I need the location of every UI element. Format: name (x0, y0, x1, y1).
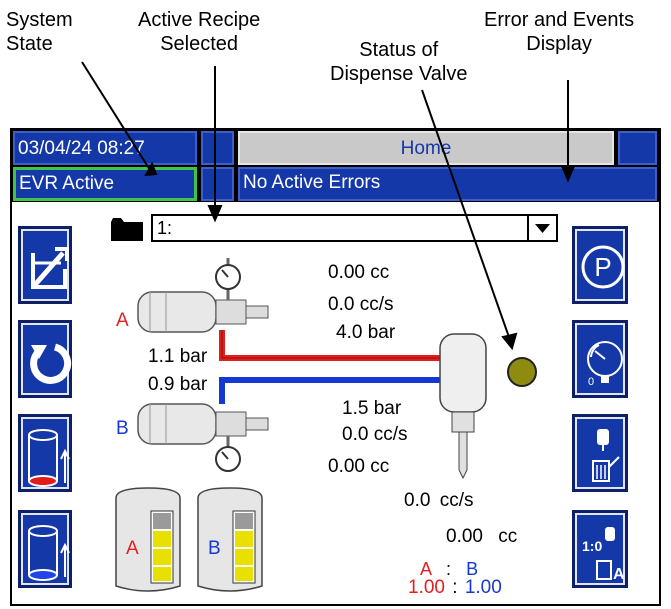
flow-rate: 0.0 cc/s (328, 294, 394, 315)
b-pressure: 1.5 bar (342, 398, 402, 419)
ratio-values: 1.00 : 1.00 (408, 577, 502, 598)
volume-total: 0.00 cc (328, 262, 390, 283)
b-volume: 0.00 cc (328, 456, 390, 477)
valve-status-indicator (507, 357, 537, 387)
line-b (219, 377, 440, 404)
ratio-header: A : B (420, 559, 479, 579)
b-flow: 0.0 cc/s (342, 424, 408, 445)
pump-a (137, 258, 269, 333)
dispense-valve (439, 333, 487, 480)
pump-b (137, 403, 269, 472)
pump-a-pressure: 1.1 bar (148, 346, 208, 367)
output-flow: 0.0 cc/s (404, 490, 474, 511)
mix-pressure: 4.0 bar (336, 322, 396, 343)
output-volume: 0.00 cc (446, 526, 518, 547)
tank-a-label: A (126, 538, 139, 559)
line-a (219, 330, 440, 361)
pump-b-label: B (116, 418, 129, 439)
pump-b-pressure: 0.9 bar (148, 374, 208, 395)
tank-b-label: B (208, 538, 221, 559)
pump-a-label: A (116, 310, 129, 331)
